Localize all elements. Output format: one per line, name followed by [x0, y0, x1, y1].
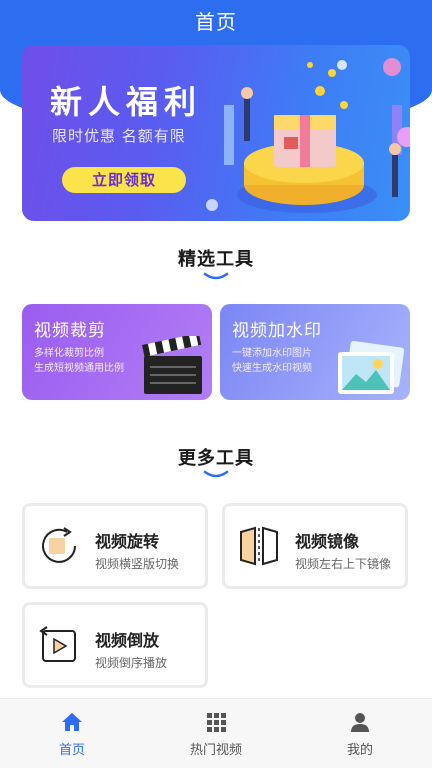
gift-illustration — [206, 58, 410, 213]
nav-label-hot-videos: 热门视频 — [189, 743, 242, 758]
promo-banner[interactable]: 新人福利 限时优惠 名额有限 立即领取 — [22, 45, 410, 221]
nav-label-home: 首页 — [58, 743, 85, 758]
nav-item-profile[interactable]: 我的 — [310, 699, 410, 768]
clapperboard-icon — [142, 336, 202, 394]
video-mirror-name: 视频镜像 — [295, 532, 360, 551]
video-reverse-desc: 视频倒序播放 — [95, 656, 168, 670]
bottom-nav: 首页 热门视频 我的 — [0, 698, 432, 768]
video-watermark-desc: 一键添加水印图片 快速生成水印视频 — [232, 348, 312, 374]
page-title: 首页 — [195, 10, 237, 34]
video-reverse-name: 视频倒放 — [95, 631, 160, 650]
claim-button[interactable]: 立即领取 — [62, 167, 186, 193]
section-underline-icon — [203, 272, 229, 280]
nav-item-hot-videos[interactable]: 热门视频 — [166, 699, 266, 768]
nav-item-home[interactable]: 首页 — [22, 699, 122, 768]
nav-label-profile: 我的 — [346, 743, 373, 758]
video-mirror-card[interactable]: 视频镜像 视频左右上下镜像 — [222, 503, 408, 589]
rotate-icon — [42, 527, 76, 563]
video-crop-title: 视频裁剪 — [34, 321, 106, 341]
home-icon — [62, 713, 82, 731]
banner-title: 新人福利 — [50, 83, 203, 121]
more-section-title: 更多工具 — [178, 448, 254, 469]
featured-section-title: 精选工具 — [178, 249, 254, 270]
banner-subtitle: 限时优惠 名额有限 — [52, 127, 186, 145]
section-underline-icon — [203, 470, 229, 478]
video-mirror-desc: 视频左右上下镜像 — [295, 557, 392, 571]
video-rotate-name: 视频旋转 — [95, 532, 160, 551]
mirror-icon — [240, 526, 278, 566]
user-icon — [351, 713, 369, 732]
grid-icon — [207, 713, 226, 732]
video-crop-desc: 多样化裁剪比例 生成短视频通用比例 — [34, 348, 124, 374]
video-watermark-title: 视频加水印 — [232, 321, 322, 341]
video-reverse-card[interactable]: 视频倒放 视频倒序播放 — [22, 602, 208, 688]
picture-icon — [338, 340, 405, 394]
video-crop-card[interactable]: 视频裁剪 多样化裁剪比例 生成短视频通用比例 — [22, 304, 212, 400]
reverse-play-icon — [39, 626, 76, 662]
video-rotate-card[interactable]: 视频旋转 视频横竖版切换 — [22, 503, 208, 589]
video-rotate-desc: 视频横竖版切换 — [95, 557, 180, 571]
video-watermark-card[interactable]: 视频加水印 一键添加水印图片 快速生成水印视频 — [220, 304, 410, 400]
